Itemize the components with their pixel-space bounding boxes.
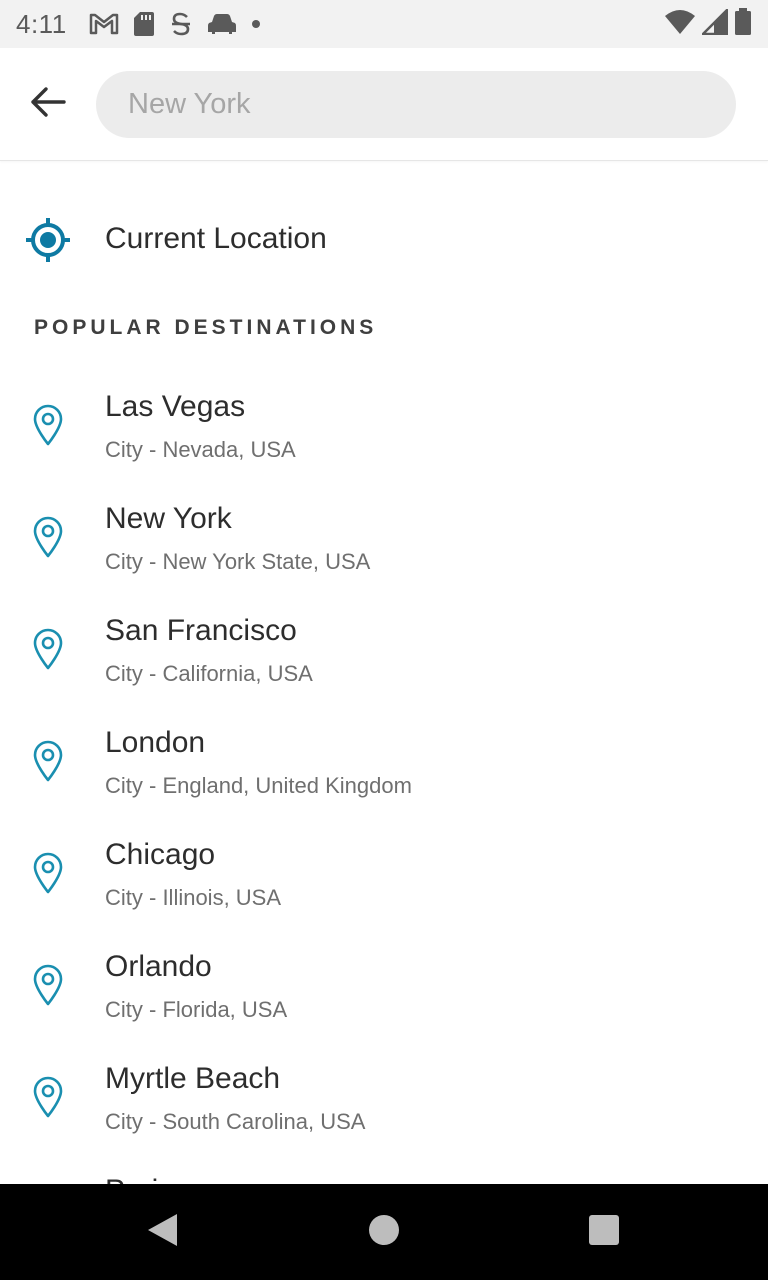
- notification-icons: [89, 11, 261, 37]
- nav-back-button[interactable]: [130, 1208, 194, 1256]
- gps-target-icon: [24, 216, 72, 264]
- destination-subtitle: City - California, USA: [105, 661, 313, 686]
- list-item[interactable]: Paris: [0, 1152, 768, 1184]
- battery-icon: [734, 7, 752, 41]
- map-pin-icon: [32, 1076, 64, 1118]
- status-bar: 4:11: [0, 0, 768, 48]
- destination-subtitle: City - Nevada, USA: [105, 437, 296, 462]
- arrow-left-icon: [30, 86, 66, 123]
- map-pin-icon: [32, 628, 64, 670]
- map-pin-icon: [32, 404, 64, 446]
- destination-name: Orlando: [105, 950, 212, 983]
- current-location-label: Current Location: [105, 222, 327, 255]
- nav-recents-button[interactable]: [572, 1208, 636, 1256]
- destination-subtitle: City - England, United Kingdom: [105, 773, 412, 798]
- sd-card-icon: [133, 11, 155, 37]
- home-circle-icon: [368, 1214, 400, 1251]
- search-header: [0, 48, 768, 161]
- search-input[interactable]: [96, 71, 736, 138]
- wifi-icon: [664, 9, 696, 40]
- map-pin-icon: [32, 740, 64, 782]
- back-button[interactable]: [20, 78, 76, 130]
- recents-square-icon: [588, 1214, 620, 1251]
- signal-icon: [701, 8, 729, 40]
- dot-icon: [251, 19, 261, 29]
- destination-subtitle: City - Illinois, USA: [105, 885, 282, 910]
- system-nav-bar: [0, 1184, 768, 1280]
- list-item[interactable]: New York City - New York State, USA: [0, 480, 768, 592]
- status-time: 4:11: [16, 8, 67, 39]
- destination-name: San Francisco: [105, 614, 297, 647]
- list-item[interactable]: San Francisco City - California, USA: [0, 592, 768, 704]
- destination-name: London: [105, 726, 206, 759]
- sync-icon: [169, 11, 193, 37]
- destination-name: Myrtle Beach: [105, 1062, 281, 1095]
- nav-home-button[interactable]: [352, 1208, 416, 1256]
- current-location-item[interactable]: Current Location: [0, 200, 768, 284]
- map-pin-icon: [32, 964, 64, 1006]
- list-item[interactable]: Myrtle Beach City - South Carolina, USA: [0, 1040, 768, 1152]
- destination-name: Las Vegas: [105, 390, 246, 423]
- gmail-icon: [89, 12, 119, 36]
- list-item[interactable]: Chicago City - Illinois, USA: [0, 816, 768, 928]
- back-triangle-icon: [145, 1212, 179, 1253]
- map-pin-icon: [32, 516, 64, 558]
- destination-subtitle: City - New York State, USA: [105, 549, 371, 574]
- list-item[interactable]: Orlando City - Florida, USA: [0, 928, 768, 1040]
- destination-name: Chicago: [105, 838, 216, 871]
- map-pin-icon: [32, 852, 64, 894]
- list-item[interactable]: Las Vegas City - Nevada, USA: [0, 368, 768, 480]
- car-icon: [207, 12, 237, 36]
- destinations-list: Las Vegas City - Nevada, USA New York Ci…: [0, 368, 768, 1184]
- destination-name: New York: [105, 502, 232, 535]
- system-icons: [664, 7, 752, 41]
- list-item[interactable]: London City - England, United Kingdom: [0, 704, 768, 816]
- section-title: POPULAR DESTINATIONS: [34, 316, 378, 339]
- destination-subtitle: City - South Carolina, USA: [105, 1109, 366, 1134]
- destination-name: Paris: [105, 1174, 173, 1184]
- destination-subtitle: City - Florida, USA: [105, 997, 288, 1022]
